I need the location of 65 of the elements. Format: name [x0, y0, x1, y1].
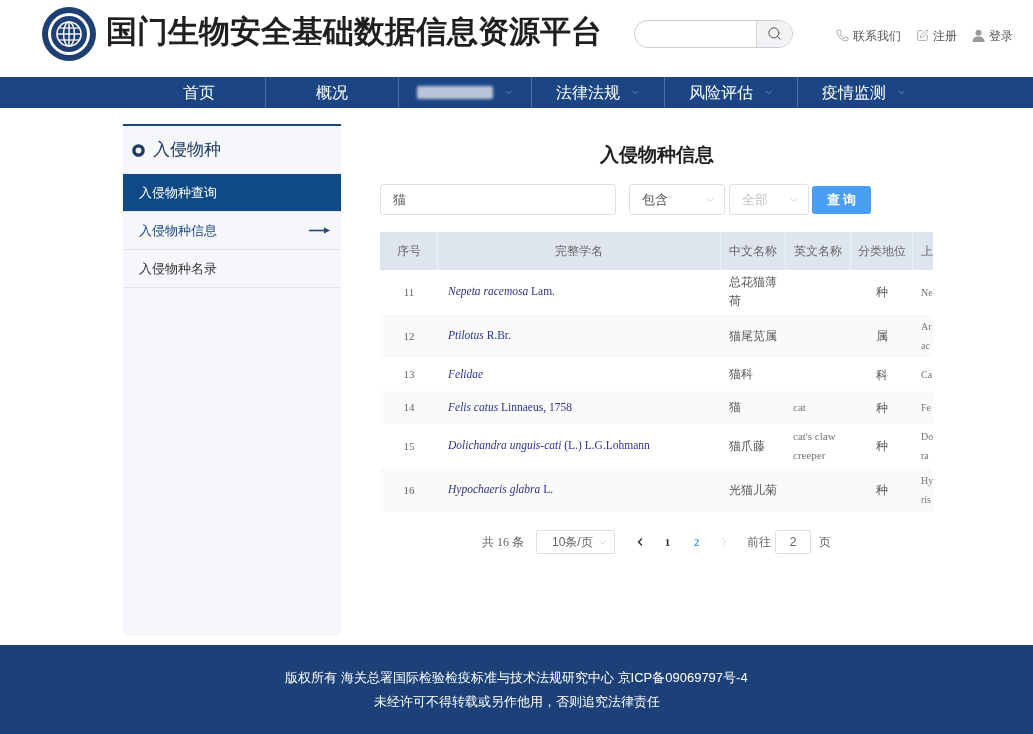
search-icon	[767, 26, 782, 41]
user-icon	[972, 29, 985, 42]
page-size-select[interactable]: 10条/页	[536, 530, 615, 554]
table-cell-text: 种	[876, 399, 888, 417]
nav-item[interactable]: 疫情监测	[798, 77, 931, 108]
scientific-name-link[interactable]: Hypochaeris glabra L.	[448, 481, 554, 499]
table-cell-text: 12	[403, 328, 415, 344]
scientific-name-link[interactable]: Nepeta racemosa Lam.	[448, 283, 555, 301]
footer-text: 未经许可不得转载或另作他用，否则追究法律责任	[373, 692, 660, 711]
table-cell-text: 属	[876, 328, 888, 345]
scientific-name-link[interactable]: Ptilotus R.Br.	[448, 327, 511, 345]
nav-item[interactable]: 概况	[266, 77, 399, 108]
sidebar-item[interactable]: 入侵物种名录	[123, 250, 341, 288]
table-cell-text: cat	[793, 400, 806, 415]
scientific-name-link[interactable]: Felis catus Linnaeus, 1758	[448, 398, 572, 417]
sidebar-item[interactable]: 入侵物种信息	[123, 212, 341, 250]
table-cell-text: Ca	[921, 368, 933, 382]
edit-icon	[916, 29, 929, 42]
table-cell-text: 13	[403, 367, 415, 383]
header-link[interactable]: 联系我们	[836, 26, 901, 45]
ring-icon	[132, 143, 145, 157]
page-jump-input[interactable]: 2	[775, 530, 811, 554]
total-count: 共 16 条	[482, 534, 524, 551]
table-cell-text: Ne	[921, 285, 933, 300]
search-input[interactable]: 猫	[380, 184, 616, 215]
table-cell-text: 猫	[729, 399, 741, 416]
nav-item[interactable]: 法律法规	[532, 77, 665, 108]
page-number[interactable]: 1	[659, 530, 676, 554]
search-button[interactable]	[756, 20, 792, 47]
table-cell-text: 光猫儿菊	[729, 481, 777, 499]
table-cell-text: Fe	[921, 401, 931, 415]
table-cell-text: Do ra	[921, 430, 934, 463]
table-cell-text: 16	[403, 482, 415, 498]
table-cell-text: 猫爪藤	[729, 437, 765, 455]
table-cell-text: 科	[876, 366, 888, 384]
table-cell-text: Ar ac	[921, 320, 932, 353]
site-title: 国门生物安全基础数据信息资源平台	[106, 13, 602, 52]
table-cell-text: cat's claw creeper	[793, 429, 837, 463]
table-cell-text: 猫尾苋属	[729, 327, 777, 345]
header-link[interactable]: 登录	[972, 26, 1013, 45]
goto-label: 前往	[747, 534, 771, 551]
phone-icon	[836, 29, 849, 42]
table-cell-text: 猫科	[729, 366, 753, 383]
table-cell-text: 种	[876, 284, 888, 301]
globe-logo-icon	[42, 6, 96, 61]
scientific-name-link[interactable]: Felidae	[448, 365, 484, 384]
nav-item[interactable]: 风险评估	[665, 77, 798, 108]
header-link[interactable]: 注册	[916, 26, 957, 45]
table-cell-text: 15	[403, 438, 415, 454]
page-title: 入侵物种信息	[598, 143, 715, 167]
table-cell-text: 种	[876, 438, 888, 455]
select-field[interactable]: 包含	[629, 184, 725, 215]
column-header: 上	[920, 243, 933, 260]
table-cell-text: 种	[876, 482, 888, 499]
table-cell-text: 总花猫薄荷	[729, 274, 778, 310]
sidebar-heading: 入侵物种	[153, 139, 221, 162]
table-cell-text: 11	[403, 284, 415, 300]
arrow-right-icon	[309, 227, 330, 234]
sidebar-item[interactable]: 入侵物种查询	[123, 174, 341, 212]
table-cell-text: Hy ris	[921, 474, 934, 507]
table-cell-text: 14	[403, 400, 415, 416]
scientific-name-link[interactable]: Dolichandra unguis-cati (L.) L.G.Lohmann	[448, 437, 650, 455]
page-suffix: 页	[819, 534, 831, 551]
nav-item[interactable]: 首页	[133, 77, 266, 108]
footer-text: 版权所有 海关总署国际检验检疫标准与技术法规研究中心 京ICP备09069797号-4	[285, 668, 748, 687]
